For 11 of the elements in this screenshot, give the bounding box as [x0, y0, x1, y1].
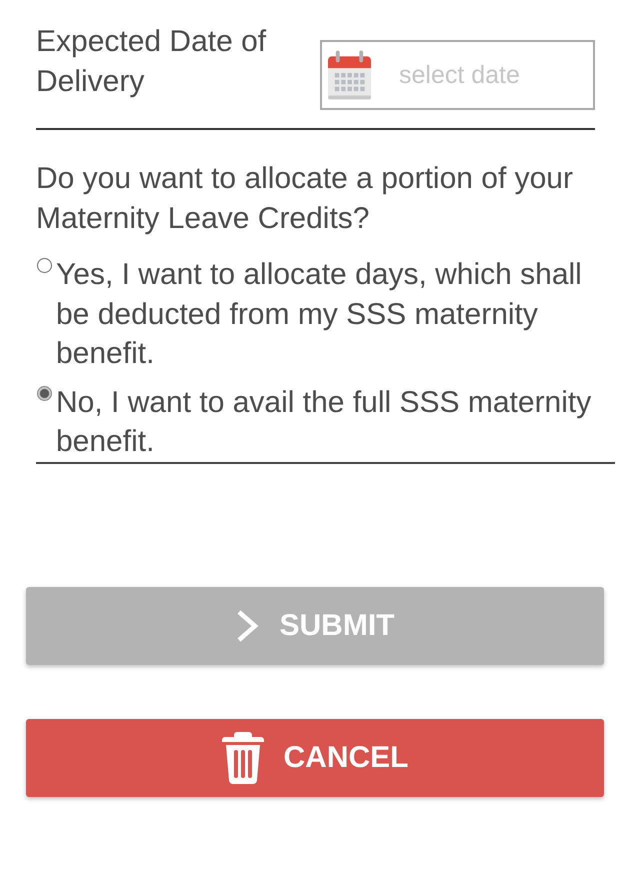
question-text: Do you want to allocate a portion of your Maternity Leave Credits? [36, 161, 574, 237]
cancel-button[interactable]: CANCEL [26, 718, 604, 796]
chevron-icon [236, 608, 260, 642]
option-label[interactable]: No, I want to avail the full SSS maternity benefit. [56, 382, 605, 462]
radio-button[interactable] [37, 258, 52, 273]
date-field[interactable]: select date [320, 40, 595, 110]
radio-button[interactable] [37, 386, 52, 400]
calendar-icon[interactable] [328, 50, 371, 100]
field-label: Expected Date of Delivery [36, 24, 268, 100]
option-label[interactable]: Yes, I want to allocate days, which shall be deducted from my SSS maternity benefit. [56, 255, 605, 374]
trash-icon [222, 732, 264, 784]
